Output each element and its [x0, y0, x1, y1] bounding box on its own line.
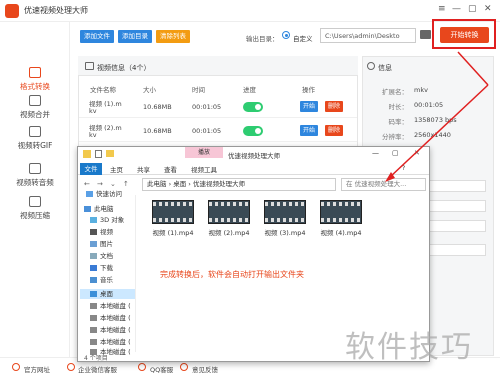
annotation-arrow-line [389, 84, 489, 178]
watermark: 软件技巧 [345, 330, 473, 365]
annotation-arrow-line [457, 51, 489, 86]
